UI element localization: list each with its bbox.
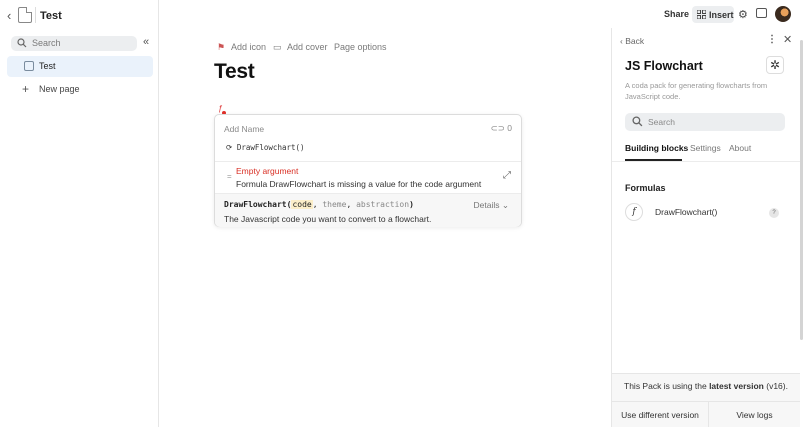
section-title: Formulas — [625, 183, 666, 193]
search-icon — [17, 38, 27, 48]
new-page-label: New page — [39, 84, 80, 94]
doc-title[interactable]: Test — [40, 10, 62, 22]
pack-footer: This Pack is using the latest version (v… — [612, 373, 800, 427]
page-options-button[interactable]: Page options — [334, 42, 387, 52]
formula-name: DrawFlowchart() — [655, 207, 718, 217]
use-different-version-button[interactable]: Use different version — [612, 402, 708, 427]
add-icon-button[interactable]: ⚑ Add icon — [217, 42, 266, 53]
error-message: = Empty argument Formula DrawFlowchart i… — [215, 162, 521, 193]
argument-description: The Javascript code you want to convert … — [224, 214, 432, 224]
search-icon — [632, 116, 643, 127]
search-placeholder: Search — [32, 38, 61, 48]
help-icon[interactable]: ? — [769, 208, 779, 218]
divider — [612, 161, 800, 162]
gear-icon[interactable]: ⚙ — [738, 8, 748, 21]
formula-editor-card: Add Name ⊂⊃ 0 ⟳ DrawFlowchart() = Empty … — [214, 114, 522, 227]
close-icon[interactable]: ✕ — [783, 33, 792, 46]
version-info: This Pack is using the latest version (v… — [624, 381, 788, 391]
plus-icon: + — [22, 82, 30, 96]
pack-title: JS Flowchart — [625, 59, 703, 73]
insert-button[interactable]: Insert — [692, 6, 734, 23]
page-title[interactable]: Test — [214, 60, 255, 84]
image-icon: ▭ — [273, 42, 282, 52]
scrollbar[interactable] — [800, 40, 803, 340]
puzzle-icon: ✲ — [766, 56, 784, 74]
sidebar-header: ‹ Test — [0, 0, 159, 30]
avatar[interactable] — [775, 6, 791, 22]
sidebar: ‹ Test Search « Test + New page — [0, 0, 159, 427]
collapse-sidebar-icon[interactable]: « — [143, 36, 149, 48]
more-options-icon[interactable]: ⋮ — [767, 34, 777, 45]
tab-about[interactable]: About — [729, 143, 751, 153]
signature-text: DrawFlowchart(code, theme, abstraction) — [224, 200, 414, 209]
back-button[interactable]: ‹ Back — [620, 36, 644, 46]
sidebar-search-input[interactable]: Search — [11, 36, 137, 51]
grid-icon — [697, 10, 706, 19]
brush-icon: ⚑ — [217, 42, 226, 52]
refresh-icon: ⟳ — [226, 143, 237, 152]
sidebar-item-label: Test — [39, 61, 56, 71]
share-button[interactable]: Share — [664, 9, 689, 19]
pack-description: A coda pack for generating flowcharts fr… — [625, 81, 768, 101]
pack-search-input[interactable]: Search — [625, 113, 785, 131]
references-count[interactable]: ⊂⊃ 0 — [491, 123, 512, 134]
tab-settings[interactable]: Settings — [690, 143, 721, 153]
chevron-down-icon: ⌄ — [499, 200, 509, 210]
function-icon: f — [625, 203, 643, 221]
search-placeholder: Search — [648, 117, 675, 127]
equals-icon: = — [227, 172, 232, 181]
expand-icon[interactable]: ⤢ — [503, 170, 511, 181]
view-logs-button[interactable]: View logs — [709, 402, 800, 427]
error-description: Formula DrawFlowchart is missing a value… — [236, 179, 482, 189]
document-icon — [18, 7, 32, 23]
comments-icon[interactable] — [756, 8, 767, 18]
divider — [35, 7, 36, 23]
formula-name-input[interactable]: Add Name — [224, 124, 264, 134]
insert-label: Insert — [709, 10, 734, 20]
formula-code-input[interactable]: ⟳ DrawFlowchart() — [226, 143, 305, 152]
details-toggle[interactable]: Details ⌄ — [474, 200, 509, 211]
sidebar-item-test[interactable]: Test — [7, 56, 153, 77]
tab-building-blocks[interactable]: Building blocks — [625, 143, 688, 153]
page-icon — [24, 61, 34, 71]
add-cover-button[interactable]: ▭ Add cover — [273, 42, 328, 53]
pack-panel: ‹ Back ⋮ ✕ JS Flowchart ✲ A coda pack fo… — [611, 28, 806, 427]
link-icon: ⊂⊃ — [490, 123, 508, 133]
error-title: Empty argument — [236, 166, 299, 176]
chevron-left-icon[interactable]: ‹ — [7, 8, 11, 23]
formula-list-item[interactable]: f DrawFlowchart() ? — [625, 203, 785, 223]
formula-signature: DrawFlowchart(code, theme, abstraction) … — [215, 193, 521, 227]
